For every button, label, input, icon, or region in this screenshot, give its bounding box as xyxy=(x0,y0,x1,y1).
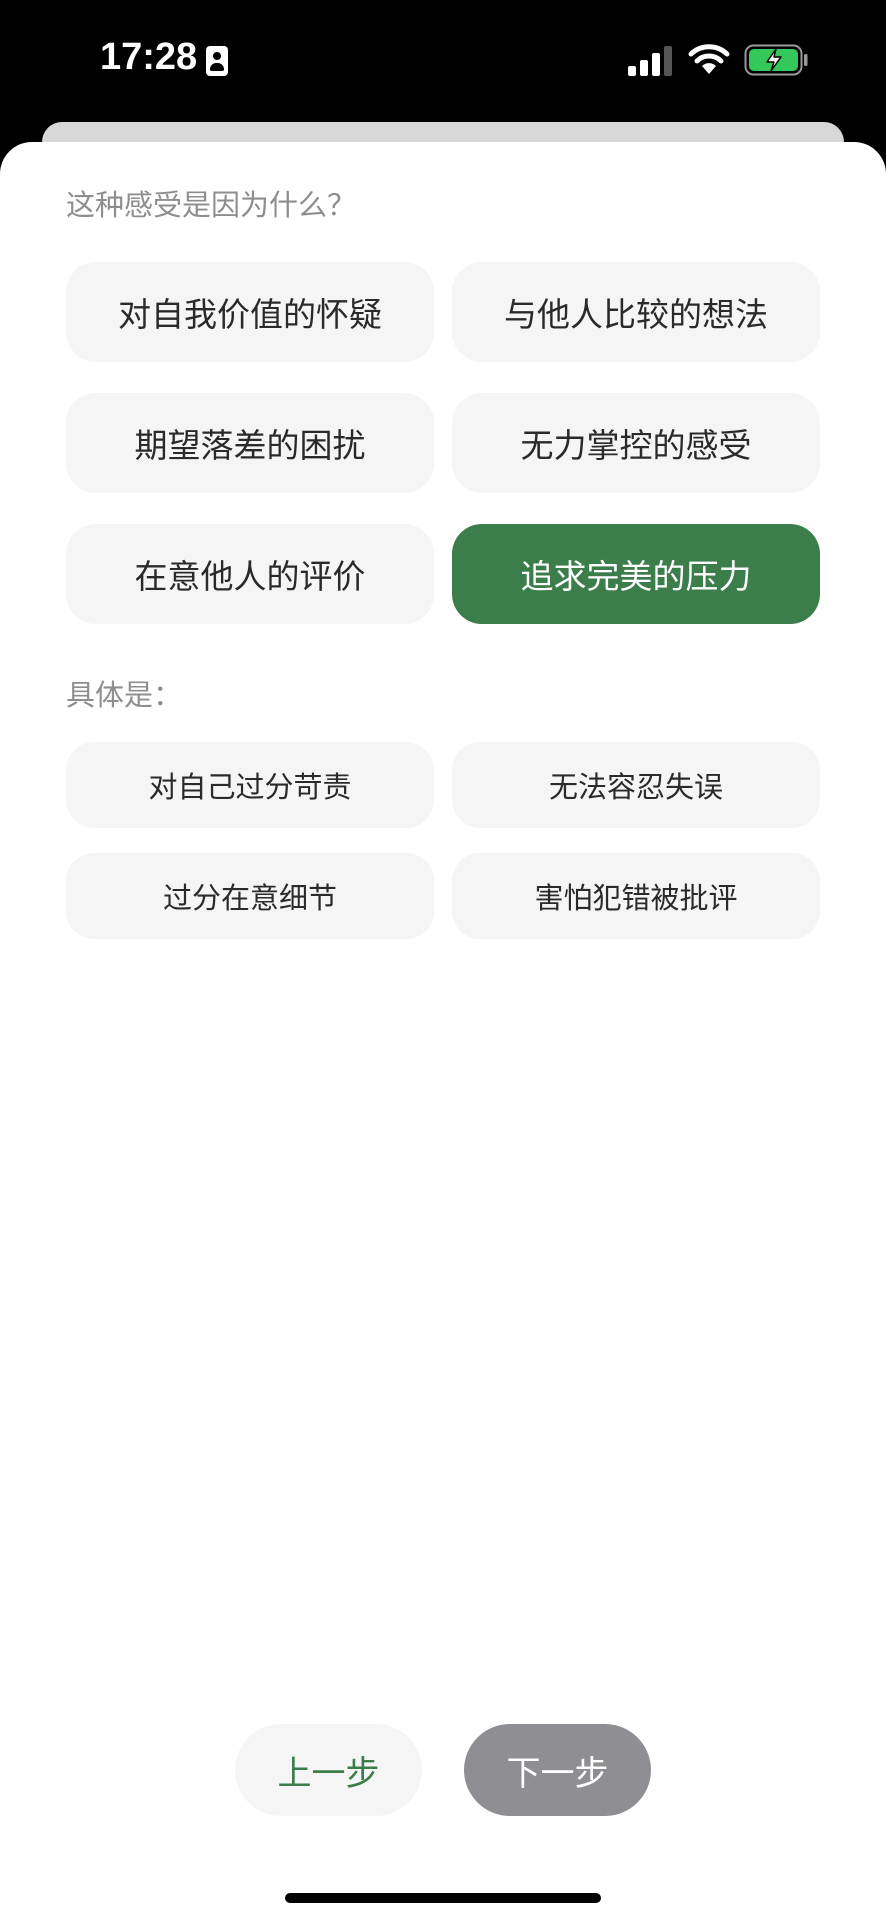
battery-charging-icon xyxy=(744,44,808,76)
detail-option-overfocus-details[interactable]: 过分在意细节 xyxy=(66,853,434,939)
option-comparison-thoughts[interactable]: 与他人比较的想法 xyxy=(452,262,820,362)
contact-card-icon xyxy=(206,46,228,76)
status-time: 17:28 xyxy=(100,36,198,78)
home-indicator[interactable] xyxy=(285,1893,601,1903)
status-bar: 17:28 xyxy=(0,0,886,120)
cellular-signal-icon xyxy=(628,46,672,76)
detail-label: 具体是： xyxy=(66,678,183,712)
option-expectation-gap[interactable]: 期望落差的困扰 xyxy=(66,393,434,493)
option-lack-of-control[interactable]: 无力掌控的感受 xyxy=(452,393,820,493)
question-label: 这种感受是因为什么？ xyxy=(66,188,357,222)
next-step-button[interactable]: 下一步 xyxy=(464,1724,651,1816)
detail-option-intolerance-of-mistakes[interactable]: 无法容忍失误 xyxy=(452,742,820,828)
wifi-icon xyxy=(688,44,730,74)
option-perfectionism-pressure[interactable]: 追求完美的压力 xyxy=(452,524,820,624)
previous-step-button[interactable]: 上一步 xyxy=(235,1724,422,1816)
detail-option-fear-of-criticism[interactable]: 害怕犯错被批评 xyxy=(452,853,820,939)
detail-option-self-criticism[interactable]: 对自己过分苛责 xyxy=(66,742,434,828)
option-others-evaluation[interactable]: 在意他人的评价 xyxy=(66,524,434,624)
option-self-worth-doubt[interactable]: 对自我价值的怀疑 xyxy=(66,262,434,362)
